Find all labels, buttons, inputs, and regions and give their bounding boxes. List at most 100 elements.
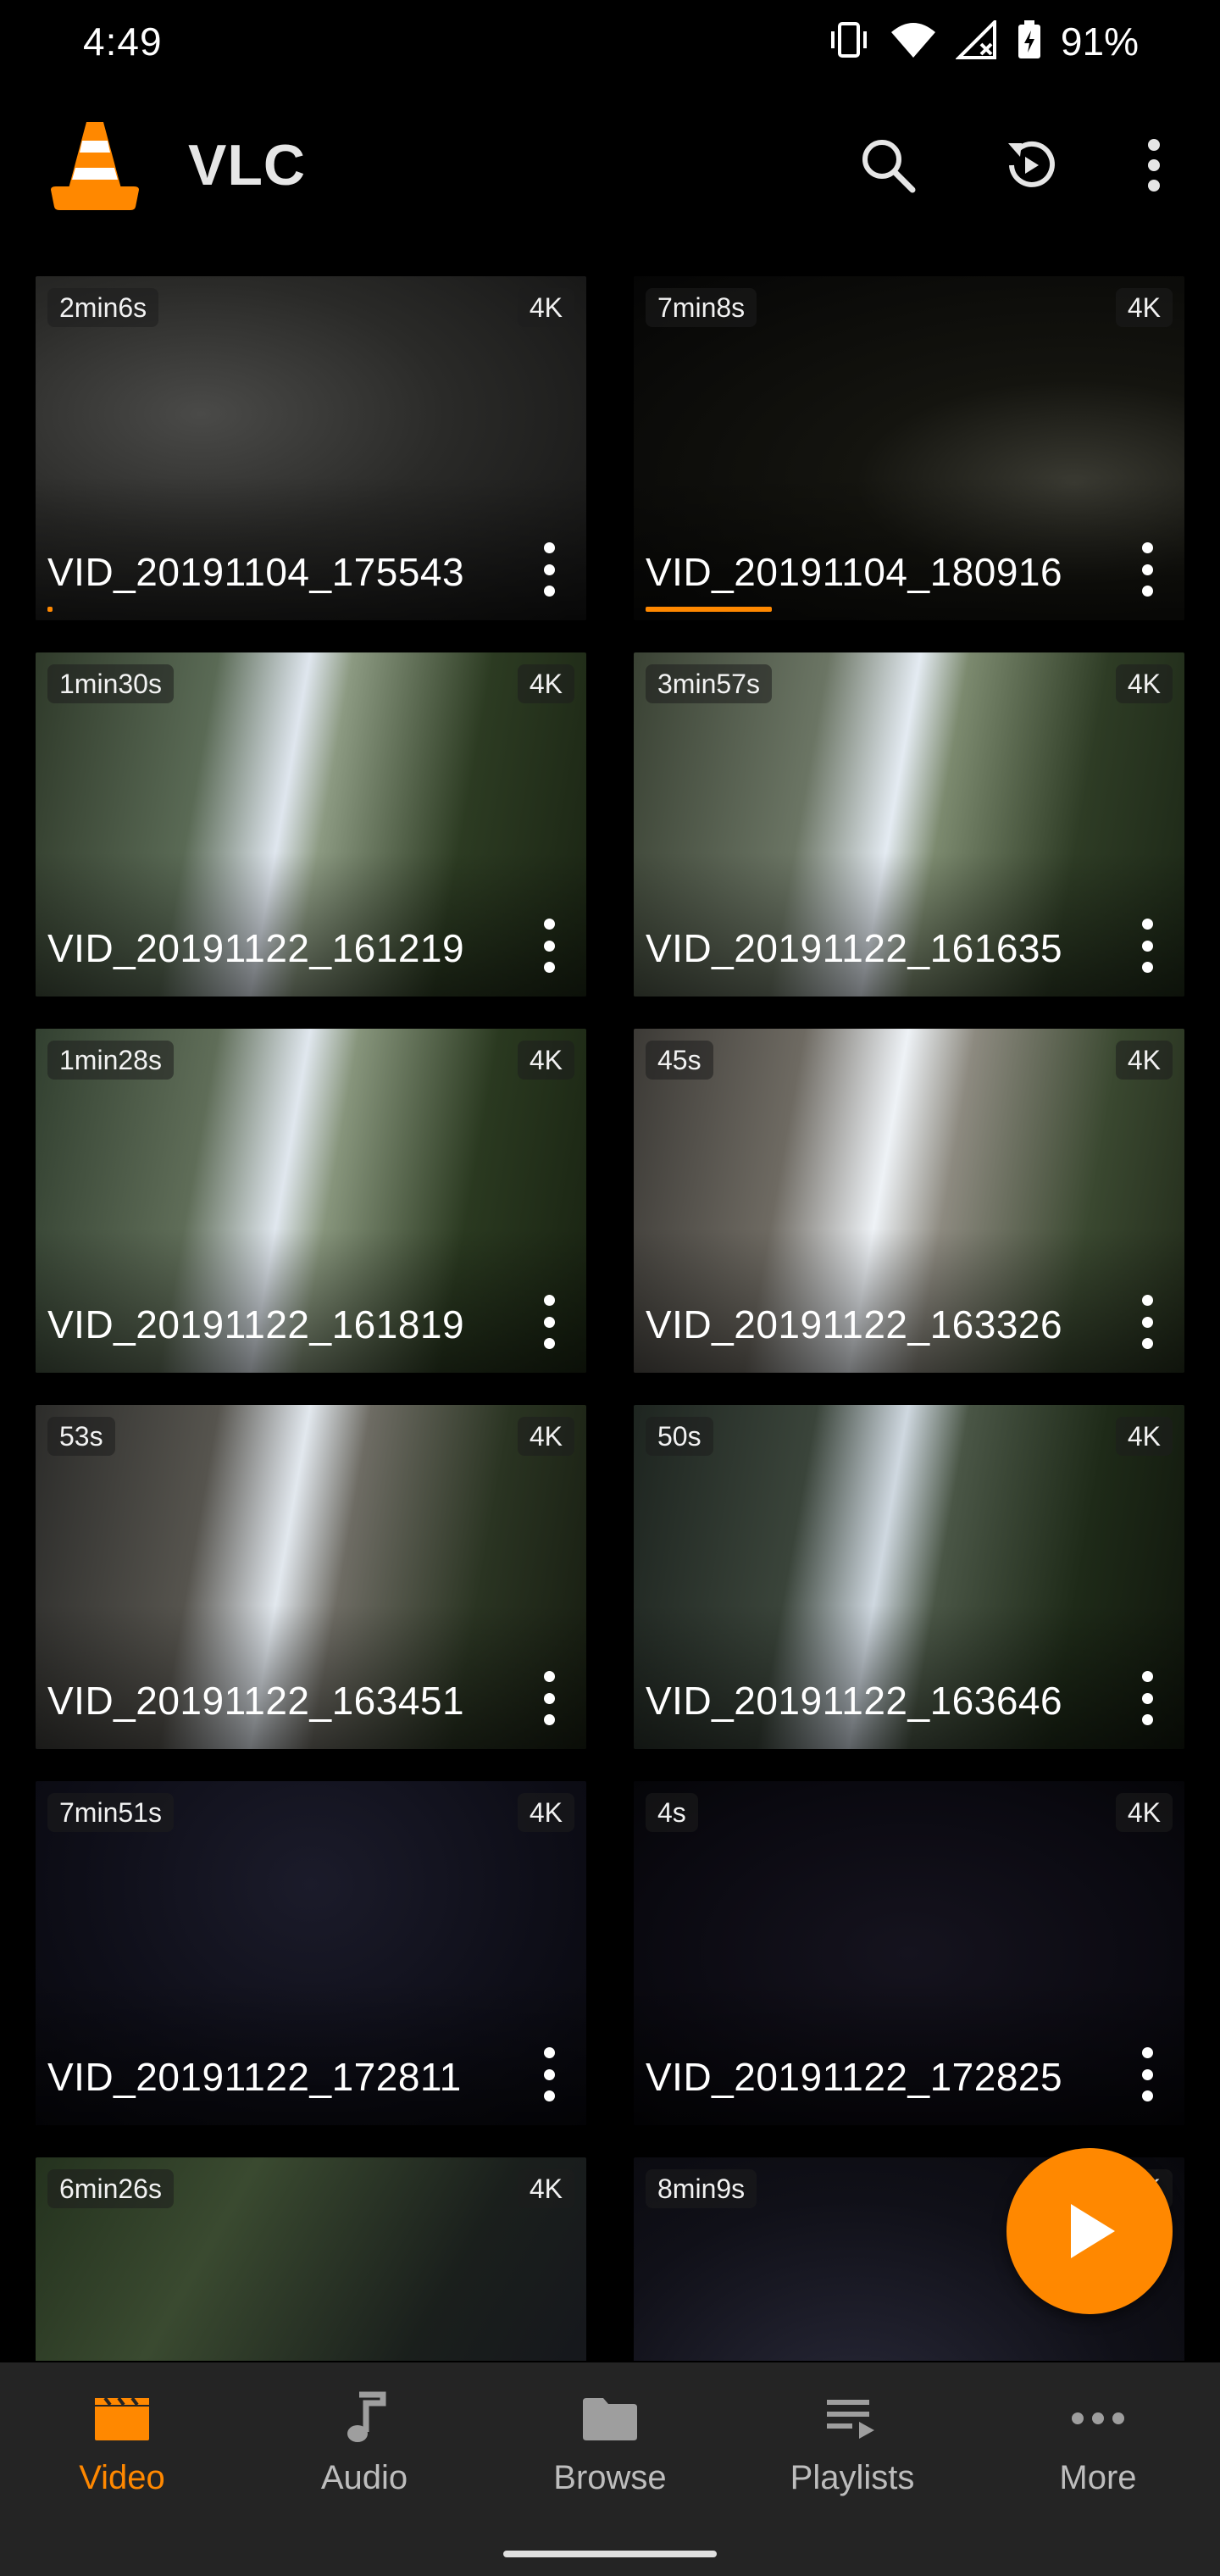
video-tile[interactable]: 1min28s 4K VID_20191122_161819 [36, 1029, 586, 1373]
video-tile[interactable]: 4s 4K VID_20191122_172825 [634, 1781, 1184, 2125]
thumbnail-shade [634, 476, 1184, 620]
nav-item-playlists[interactable]: Playlists [768, 2388, 937, 2515]
video-tile[interactable]: 2min6s 4K VID_20191104_175543 [36, 276, 586, 620]
thumbnail-shade [36, 1229, 586, 1373]
resolution-badge: 4K [1115, 288, 1173, 327]
video-tile[interactable]: 7min8s 4K VID_20191104_180916 [634, 276, 1184, 620]
video-grid[interactable]: 2min6s 4K VID_20191104_175543 7min8s 4K VID_2… [36, 276, 1184, 2361]
thumbnail-shade [634, 1229, 1184, 1373]
resolution-badge: 4K [517, 288, 574, 327]
search-button[interactable] [854, 131, 922, 199]
dot [1141, 2047, 1153, 2058]
video-tile[interactable]: 53s 4K VID_20191122_163451 [36, 1405, 586, 1749]
nav-item-browse[interactable]: Browse [525, 2388, 695, 2515]
dot [1141, 1692, 1153, 1704]
resolution-badge: 4K [517, 1793, 574, 1832]
nav-label: Audio [320, 2459, 408, 2496]
thumbnail-shade [36, 1981, 586, 2125]
dot [543, 2047, 555, 2058]
video-title: VID_20191122_163326 [646, 1302, 1063, 1346]
battery-level: 91% [1060, 19, 1139, 64]
video-title: VID_20191104_175543 [47, 550, 465, 594]
status-icons: 91% [827, 17, 1139, 64]
video-tile[interactable]: 1min30s 4K VID_20191122_161219 [36, 652, 586, 997]
nav-label: Video [79, 2459, 165, 2496]
thumbnail-shade [36, 476, 586, 620]
duration-badge: 6min26s [47, 2169, 174, 2208]
home-indicator[interactable] [503, 2551, 717, 2557]
dot [1141, 586, 1153, 597]
video-title: VID_20191104_180916 [646, 550, 1063, 594]
duration-badge: 45s [646, 1041, 713, 1080]
video-options-button[interactable] [1139, 1671, 1156, 1725]
battery-charging-icon [1017, 19, 1042, 64]
thumbnail-shade [36, 1605, 586, 1749]
dot [543, 962, 555, 973]
play-fab-button[interactable] [1006, 2148, 1173, 2314]
nav-item-video[interactable]: Video [37, 2388, 207, 2515]
video-options-button[interactable] [1139, 2047, 1156, 2101]
video-tile[interactable]: 6min26s 4K [36, 2157, 586, 2361]
duration-badge: 3min57s [646, 664, 772, 703]
dot [543, 2068, 555, 2080]
dot [1141, 2068, 1153, 2080]
playback-progress-bar [646, 607, 772, 612]
vlc-cone-icon [47, 119, 142, 212]
duration-badge: 7min51s [47, 1793, 174, 1832]
video-tile[interactable]: 3min57s 4K VID_20191122_161635 [634, 652, 1184, 997]
dot [1141, 940, 1153, 952]
nav-label: More [1059, 2459, 1137, 2496]
dot [543, 1316, 555, 1328]
status-bar: 4:49 91% [0, 0, 1220, 85]
dot [543, 1714, 555, 1725]
video-title: VID_20191122_163646 [646, 1679, 1063, 1723]
video-options-button[interactable] [1139, 542, 1156, 597]
video-options-button[interactable] [541, 2047, 557, 2101]
nav-item-more[interactable]: More [1013, 2388, 1183, 2515]
duration-badge: 7min8s [646, 288, 757, 327]
bottom-navigation: Video Audio Browse Playlists More [0, 2362, 1220, 2576]
vibrate-icon [827, 20, 871, 64]
video-title: VID_20191122_172825 [646, 2055, 1063, 2099]
video-options-button[interactable] [1139, 1295, 1156, 1349]
dot [1141, 1338, 1153, 1349]
resolution-badge: 4K [1115, 1041, 1173, 1080]
video-options-button[interactable] [541, 919, 557, 973]
cell-signal-icon [955, 17, 998, 64]
video-tile[interactable]: 45s 4K VID_20191122_163326 [634, 1029, 1184, 1373]
resolution-badge: 4K [517, 664, 574, 703]
video-tile[interactable]: 50s 4K VID_20191122_163646 [634, 1405, 1184, 1749]
dot [1141, 542, 1153, 553]
duration-badge: 1min30s [47, 664, 174, 703]
resolution-badge: 4K [517, 1041, 574, 1080]
resolution-badge: 4K [1115, 664, 1173, 703]
video-tile[interactable]: 7min51s 4K VID_20191122_172811 [36, 1781, 586, 2125]
dot [543, 1338, 555, 1349]
dot [543, 1692, 555, 1704]
dot [1141, 564, 1153, 575]
dot [543, 542, 555, 553]
dot [1141, 2090, 1153, 2101]
overflow-menu-button[interactable] [1120, 131, 1188, 199]
video-title: VID_20191122_163451 [47, 1679, 465, 1723]
resume-playback-button[interactable] [996, 131, 1064, 199]
video-title: VID_20191122_161635 [646, 926, 1063, 970]
movie-clapper-icon [92, 2388, 152, 2449]
resolution-badge: 4K [1115, 1793, 1173, 1832]
video-options-button[interactable] [541, 1671, 557, 1725]
duration-badge: 50s [646, 1417, 713, 1456]
more-vertical-icon [1148, 139, 1160, 192]
thumbnail-shade [634, 1981, 1184, 2125]
nav-item-audio[interactable]: Audio [280, 2388, 449, 2515]
app-title: VLC [188, 133, 306, 197]
duration-badge: 8min9s [646, 2169, 757, 2208]
thumbnail-shade [36, 852, 586, 997]
nav-label: Playlists [790, 2459, 915, 2496]
dot [543, 940, 555, 952]
video-options-button[interactable] [541, 1295, 557, 1349]
dot [1141, 1671, 1153, 1682]
thumbnail-shade [634, 2357, 1184, 2361]
video-options-button[interactable] [541, 542, 557, 597]
dot [543, 586, 555, 597]
video-options-button[interactable] [1139, 919, 1156, 973]
